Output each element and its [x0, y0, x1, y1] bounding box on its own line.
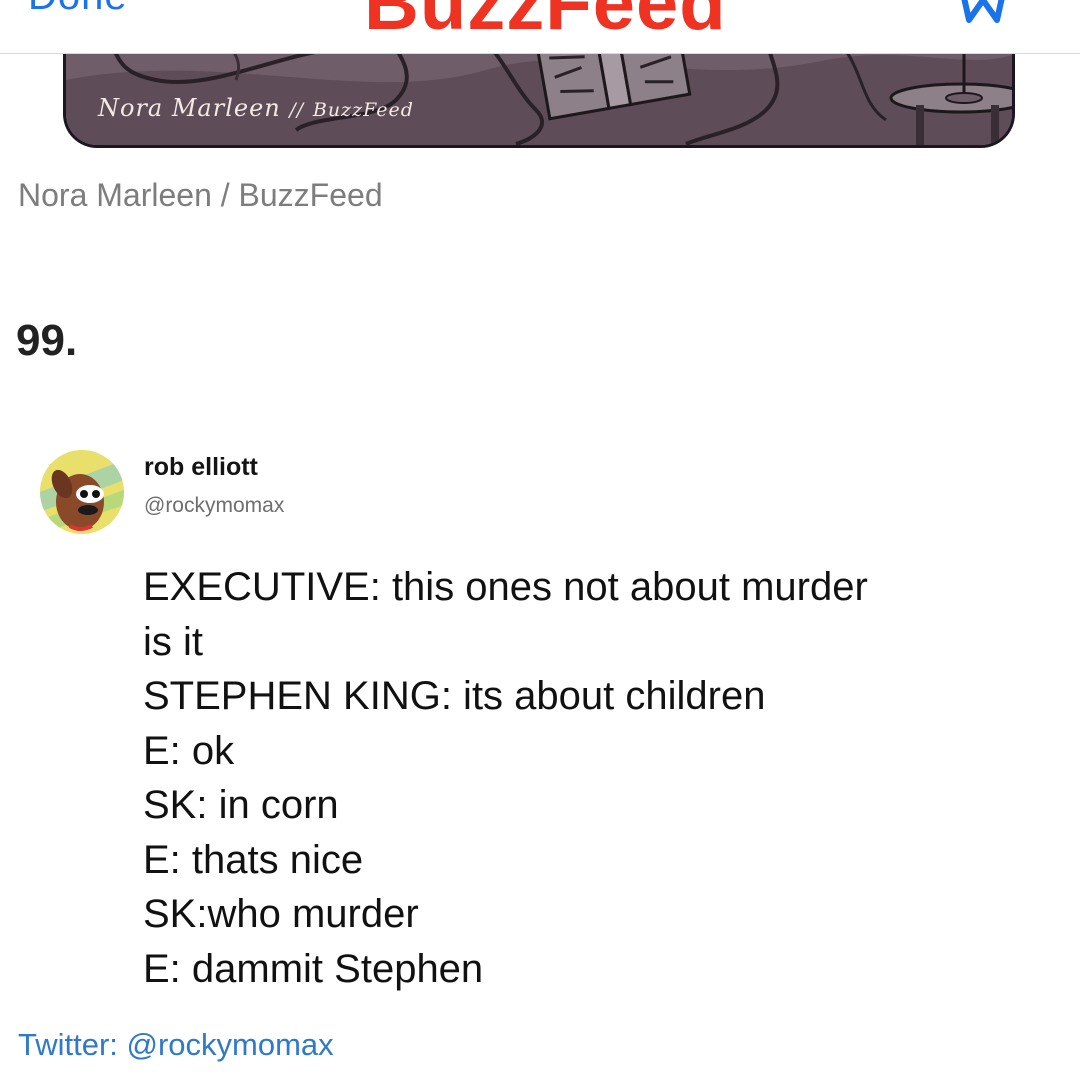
tweet-line: E: dammit Stephen	[143, 946, 484, 991]
signature-author: Nora Marleen	[98, 94, 281, 122]
image-credit-caption: Nora Marleen / BuzzFeed	[18, 177, 383, 213]
tweet-line: SK: in corn	[143, 783, 339, 827]
signature-separator: //	[289, 99, 305, 121]
top-nav-bar: Done BuzzFeed	[0, 0, 1080, 54]
tweet-line: E: thats nice	[143, 837, 364, 882]
article-page: Done BuzzFeed	[0, 0, 1080, 1080]
tweet-author-handle[interactable]: @rockymomax	[144, 494, 284, 518]
buzzfeed-logo: BuzzFeed	[364, 0, 727, 46]
signature-site: BuzzFeed	[312, 99, 414, 121]
dog-avatar-icon[interactable]	[40, 450, 124, 534]
tweet-author-name[interactable]: rob elliott	[144, 453, 258, 482]
list-item-number: 99.	[16, 316, 78, 365]
tweet-text: EXECUTIVE: this ones not about murder is…	[143, 560, 1043, 996]
tweet-line: EXECUTIVE: this ones not about murder	[143, 565, 868, 609]
done-button[interactable]: Done	[28, 0, 128, 19]
comic-signature: Nora Marleen // BuzzFeed	[98, 94, 414, 122]
twitter-source-link[interactable]: Twitter: @rockymomax	[18, 1027, 334, 1063]
tweet-line: E: ok	[143, 728, 235, 773]
tweet-line: is it	[143, 619, 203, 664]
tweet-line: SK:who murder	[143, 892, 419, 936]
bookmark-icon[interactable]	[955, 0, 1011, 26]
tweet-line: STEPHEN KING: its about children	[143, 674, 766, 718]
